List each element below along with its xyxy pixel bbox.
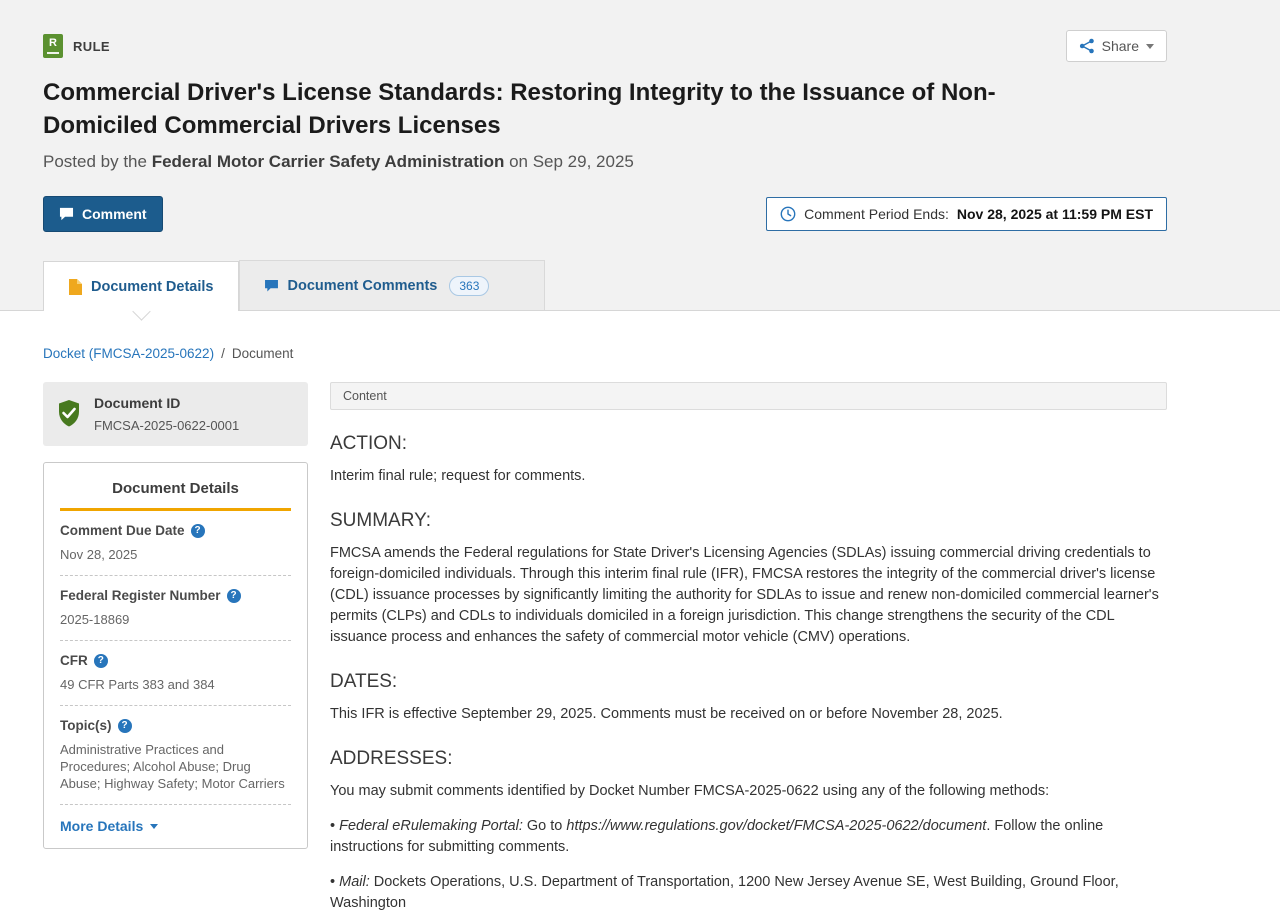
document-id-label: Document ID (94, 395, 181, 411)
document-sidebar: Document ID FMCSA-2025-0622-0001 Documen… (43, 382, 308, 849)
breadcrumb-docket-link[interactable]: Docket (FMCSA-2025-0622) (43, 346, 214, 361)
document-type-label: RULE (73, 38, 110, 54)
tab-bar: Document Details Document Comments 363 (43, 260, 1167, 311)
field-value: Administrative Practices and Procedures;… (60, 742, 285, 791)
help-icon[interactable]: ? (226, 588, 241, 603)
portal-url: https://www.regulations.gov/docket/FMCSA… (566, 818, 987, 834)
field-value: 49 CFR Parts 383 and 384 (60, 677, 215, 692)
help-icon[interactable]: ? (117, 718, 132, 733)
posted-line: Posted by the Federal Motor Carrier Safe… (43, 152, 634, 171)
document-content: Content ACTION: Interim final rule; requ… (330, 382, 1167, 914)
comment-icon (59, 207, 74, 221)
more-details-toggle[interactable]: More Details (60, 818, 291, 834)
help-icon[interactable]: ? (190, 523, 205, 538)
section-heading-addresses: ADDRESSES: (330, 748, 453, 769)
help-icon[interactable]: ? (93, 653, 108, 668)
comment-period-label: Comment Period Ends: (804, 206, 949, 222)
document-details-panel: Document Details Comment Due Date ? Nov … (43, 462, 308, 849)
share-icon (1079, 38, 1095, 54)
breadcrumb-separator: / (221, 346, 225, 361)
field-federal-register-number: Federal Register Number ? 2025-18869 (60, 576, 291, 641)
section-heading-action: ACTION: (330, 433, 408, 454)
field-value: Nov 28, 2025 (60, 547, 138, 562)
comments-count-badge: 363 (449, 275, 490, 296)
agency-name: Federal Motor Carrier Safety Administrat… (151, 152, 505, 171)
document-id-value: FMCSA-2025-0622-0001 (94, 418, 240, 433)
field-label: Comment Due Date (60, 523, 185, 538)
section-body-addresses-intro: You may submit comments identified by Do… (330, 783, 1050, 799)
portal-term: Federal eRulemaking Portal: (339, 818, 523, 834)
field-cfr: CFR ? 49 CFR Parts 383 and 384 (60, 641, 291, 706)
share-button[interactable]: Share (1065, 30, 1167, 62)
addresses-bullet-mail: • Mail: Dockets Operations, U.S. Departm… (330, 874, 1119, 911)
field-topics: Topic(s) ? Administrative Practices and … (60, 706, 291, 805)
addresses-bullet-portal: • Federal eRulemaking Portal: Go to http… (330, 818, 1104, 855)
clock-icon (780, 206, 796, 222)
field-value: 2025-18869 (60, 612, 130, 627)
document-header: R RULE Share Commercial Driver's License… (0, 0, 1280, 311)
comment-period-value: Nov 28, 2025 at 11:59 PM EST (956, 206, 1153, 222)
section-body-dates: This IFR is effective September 29, 2025… (330, 706, 1003, 722)
field-comment-due-date: Comment Due Date ? Nov 28, 2025 (60, 511, 291, 576)
tab-document-comments[interactable]: Document Comments 363 (239, 260, 546, 310)
document-type-badge: R RULE (43, 34, 110, 58)
content-panel-header: Content (330, 382, 1167, 410)
comment-period-box: Comment Period Ends: Nov 28, 2025 at 11:… (766, 197, 1167, 231)
caret-down-icon (1146, 43, 1154, 49)
main-area: Docket (FMCSA-2025-0622) / Document Docume… (43, 311, 1167, 914)
document-icon (69, 278, 82, 295)
document-id-box: Document ID FMCSA-2025-0622-0001 (43, 382, 308, 446)
field-label: CFR (60, 653, 88, 668)
comment-button[interactable]: Comment (43, 196, 163, 232)
breadcrumb-current: Document (231, 346, 294, 361)
section-body-action: Interim final rule; request for comments… (330, 468, 586, 484)
caret-down-icon (150, 823, 159, 829)
section-body-summary: FMCSA amends the Federal regulations for… (330, 545, 1159, 645)
shield-check-icon (57, 400, 81, 428)
share-label: Share (1101, 38, 1139, 54)
page-title: Commercial Driver's License Standards: R… (43, 79, 996, 139)
rule-document-icon: R (43, 34, 63, 58)
tab-document-details[interactable]: Document Details (43, 261, 240, 311)
section-heading-dates: DATES: (330, 671, 398, 692)
section-heading-summary: SUMMARY: (330, 510, 432, 531)
details-panel-title: Document Details (112, 480, 239, 497)
breadcrumb: Docket (FMCSA-2025-0622) / Document (43, 311, 1167, 361)
mail-term: Mail: (339, 874, 370, 890)
field-label: Topic(s) (60, 718, 112, 733)
field-label: Federal Register Number (60, 588, 221, 603)
comments-icon (265, 279, 279, 292)
